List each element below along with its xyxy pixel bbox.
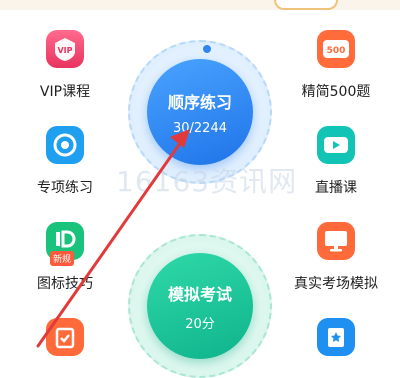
arrow-shaft [36, 137, 185, 348]
red-annotation-arrow [36, 129, 190, 348]
